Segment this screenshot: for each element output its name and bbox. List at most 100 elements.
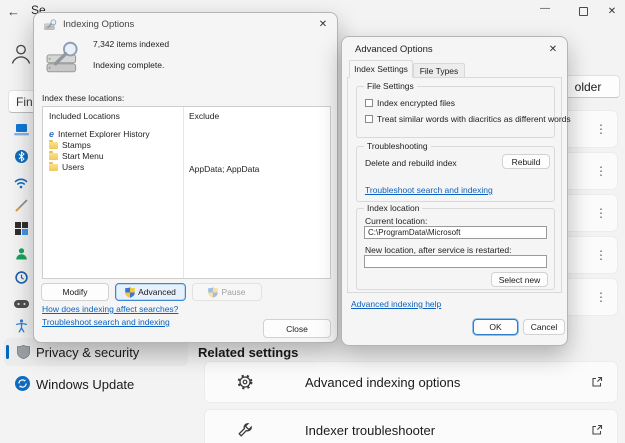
checkbox-index-encrypted[interactable]: Index encrypted files <box>365 98 455 108</box>
sidebar-item-apps[interactable] <box>15 222 28 240</box>
more-options-button[interactable]: ⋮ <box>595 290 607 304</box>
wrench-icon <box>237 422 253 438</box>
sidebar-item-accessibility[interactable] <box>15 319 28 338</box>
column-header-exclude: Exclude <box>189 111 219 121</box>
current-location-field[interactable] <box>364 226 547 239</box>
location-row-stamps[interactable]: Stamps <box>49 140 91 150</box>
ok-label: OK <box>489 322 501 332</box>
location-name: Stamps <box>62 140 91 150</box>
button-label-partial: older <box>575 80 602 94</box>
items-indexed-text: 7,342 items indexed <box>93 39 169 49</box>
how-indexing-affects-link[interactable]: How does indexing affect searches? <box>42 304 178 314</box>
sidebar-item-bluetooth[interactable] <box>15 150 28 168</box>
gamepad-icon <box>14 299 29 309</box>
column-divider <box>183 107 184 278</box>
indexing-drive-icon <box>46 41 84 73</box>
checkbox-label: Treat similar words with diacritics as d… <box>377 114 571 124</box>
clock-icon <box>15 271 28 284</box>
troubleshoot-search-link[interactable]: Troubleshoot search and indexing <box>365 185 493 195</box>
gear-icon <box>237 374 253 390</box>
close-button[interactable]: Close <box>263 319 331 338</box>
card-label: Indexer troubleshooter <box>305 423 435 438</box>
close-dialog-button[interactable]: ✕ <box>315 17 331 32</box>
rebuild-label: Rebuild <box>512 157 541 167</box>
troubleshoot-link[interactable]: Troubleshoot search and indexing <box>42 317 170 327</box>
sidebar-item-gaming[interactable] <box>14 296 29 314</box>
column-header-included: Included Locations <box>49 111 120 121</box>
sidebar-item-system[interactable] <box>14 123 29 141</box>
rebuild-button[interactable]: Rebuild <box>502 154 550 169</box>
checkbox-icon[interactable] <box>365 99 373 107</box>
select-new-button[interactable]: Select new <box>491 272 548 287</box>
checkbox-diacritics[interactable]: Treat similar words with diacritics as d… <box>365 114 571 124</box>
shield-icon <box>17 345 30 359</box>
screen: ← Se — ✕ Find a <box>0 0 625 443</box>
pause-button: Pause <box>192 283 262 301</box>
advanced-indexing-help-link[interactable]: Advanced indexing help <box>351 299 441 309</box>
location-row-users[interactable]: Users <box>49 162 84 172</box>
sidebar-item-network[interactable] <box>14 176 28 194</box>
more-options-button[interactable]: ⋮ <box>595 164 607 178</box>
back-icon[interactable]: ← <box>7 4 20 19</box>
related-card-indexer-troubleshooter[interactable]: Indexer troubleshooter <box>204 409 618 443</box>
pause-label: Pause <box>221 287 245 297</box>
accounts-icon <box>15 247 28 260</box>
tab-index-settings[interactable]: Index Settings <box>349 60 413 78</box>
select-new-label: Select new <box>499 275 541 285</box>
ok-button[interactable]: OK <box>473 319 518 335</box>
maximize-button[interactable] <box>579 7 588 16</box>
close-dialog-button[interactable]: ✕ <box>545 42 561 57</box>
current-location-label: Current location: <box>365 216 427 226</box>
minimize-button[interactable]: — <box>540 3 550 14</box>
checkbox-icon[interactable] <box>365 115 373 123</box>
close-label: Close <box>286 324 308 334</box>
related-settings-heading: Related settings <box>198 345 298 360</box>
location-row-start-menu[interactable]: Start Menu <box>49 151 104 161</box>
location-name: Start Menu <box>62 151 104 161</box>
advanced-button[interactable]: Advanced <box>115 283 186 301</box>
apps-icon <box>15 222 28 235</box>
sidebar-item-time-language[interactable] <box>15 271 28 289</box>
rebuild-description: Delete and rebuild index <box>365 158 457 168</box>
brush-icon <box>15 199 28 212</box>
troubleshooting-group: Troubleshooting Delete and rebuild index… <box>356 146 555 202</box>
modify-button[interactable]: Modify <box>41 283 109 301</box>
dialog-title: Indexing Options <box>63 19 134 30</box>
sidebar-item-label: Privacy & security <box>36 345 139 360</box>
tab-label: Index Settings <box>354 64 408 74</box>
more-options-button[interactable]: ⋮ <box>595 206 607 220</box>
close-window-button[interactable]: ✕ <box>605 4 619 18</box>
wifi-icon <box>14 178 28 189</box>
location-name: Users <box>62 162 84 172</box>
tab-file-types[interactable]: File Types <box>413 63 465 78</box>
advanced-options-dialog: Advanced Options ✕ Index Settings File T… <box>341 36 568 346</box>
sidebar-item-label: Windows Update <box>36 377 134 392</box>
folder-icon <box>49 164 58 171</box>
group-legend: File Settings <box>364 81 417 91</box>
sidebar-item-accounts[interactable] <box>15 247 28 265</box>
external-link-icon <box>591 424 603 436</box>
folder-icon <box>49 153 58 160</box>
index-location-group: Index location Current location: New loc… <box>356 208 555 290</box>
sidebar-item-personalization[interactable] <box>15 199 28 217</box>
cancel-button[interactable]: Cancel <box>523 319 565 335</box>
cancel-label: Cancel <box>531 322 557 332</box>
location-row-ie-history[interactable]: e Internet Explorer History <box>49 129 150 139</box>
file-settings-group: File Settings Index encrypted files Trea… <box>356 86 555 138</box>
more-options-button[interactable]: ⋮ <box>595 122 607 136</box>
person-icon <box>8 41 34 67</box>
location-name: Internet Explorer History <box>58 129 150 139</box>
folder-icon <box>49 142 58 149</box>
group-legend: Troubleshooting <box>364 141 431 151</box>
sidebar-item-windows-update[interactable]: Windows Update <box>4 370 188 398</box>
more-options-button[interactable]: ⋮ <box>595 248 607 262</box>
windows-update-icon <box>15 376 30 391</box>
advanced-label: Advanced <box>138 287 176 297</box>
indexed-locations-list[interactable]: Included Locations Exclude e Internet Ex… <box>42 106 331 279</box>
new-location-field[interactable] <box>364 255 547 268</box>
avatar[interactable] <box>8 41 34 72</box>
dialog-title: Advanced Options <box>355 44 433 55</box>
exclude-value-users: AppData; AppData <box>189 164 259 174</box>
related-card-advanced-indexing[interactable]: Advanced indexing options <box>204 361 618 403</box>
index-locations-label: Index these locations: <box>42 93 124 103</box>
